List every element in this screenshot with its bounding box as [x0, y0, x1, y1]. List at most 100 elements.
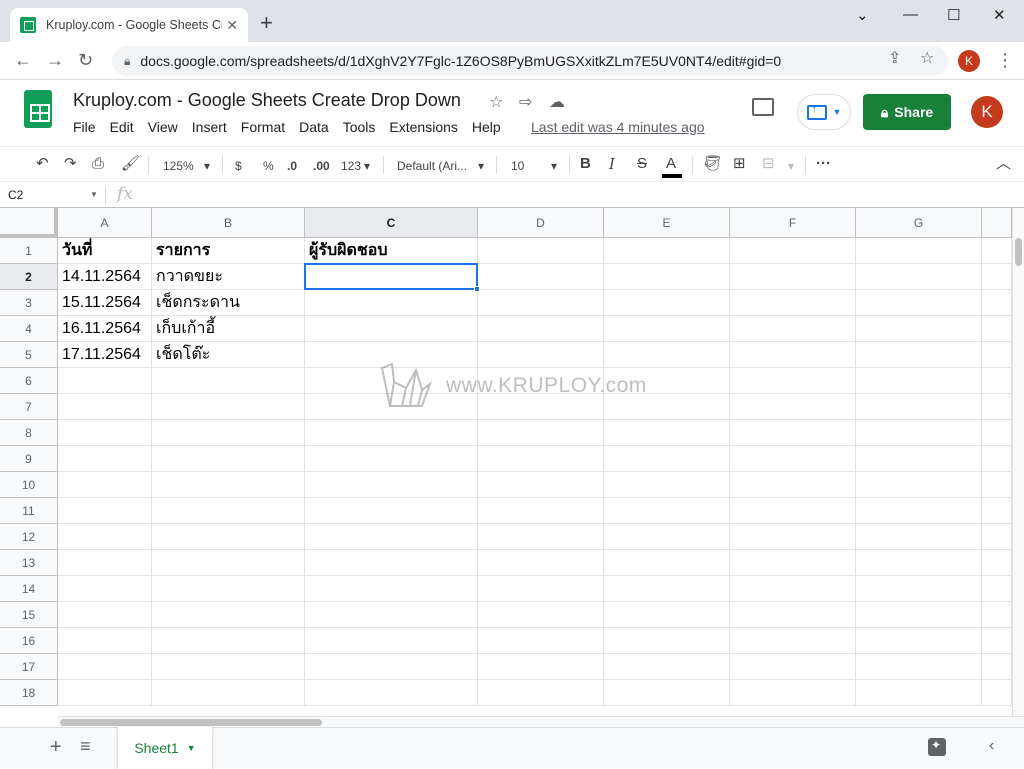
chevron-down-icon[interactable]: ▼ — [187, 743, 196, 753]
cell-d13[interactable] — [478, 550, 604, 576]
row-header-12[interactable]: 12 — [0, 524, 58, 550]
cell-b14[interactable] — [152, 576, 305, 602]
cell-h1[interactable] — [982, 238, 1012, 264]
move-folder-icon[interactable]: ⇨ — [519, 92, 532, 112]
cell-e16[interactable] — [604, 628, 730, 654]
cell-e17[interactable] — [604, 654, 730, 680]
explore-icon[interactable] — [928, 738, 946, 756]
menu-format[interactable]: Format — [241, 119, 285, 135]
row-header-5[interactable]: 5 — [0, 342, 58, 368]
chevron-down-icon[interactable]: ▾ — [788, 157, 794, 175]
horizontal-scrollbar[interactable] — [58, 716, 1024, 727]
share-button[interactable]: 🔒︎ Share — [863, 94, 951, 130]
cell-e14[interactable] — [604, 576, 730, 602]
cell-b12[interactable] — [152, 524, 305, 550]
cell-b8[interactable] — [152, 420, 305, 446]
cell-g9[interactable] — [856, 446, 982, 472]
row-header-4[interactable]: 4 — [0, 316, 58, 342]
sheets-logo-icon[interactable] — [24, 90, 52, 128]
cell-h15[interactable] — [982, 602, 1012, 628]
column-header-a[interactable]: A — [58, 208, 152, 238]
close-window-icon[interactable]: ✕ — [993, 6, 1006, 24]
cell-c18[interactable] — [305, 680, 478, 706]
cell-f3[interactable] — [730, 290, 856, 316]
cell-d3[interactable] — [478, 290, 604, 316]
cell-f9[interactable] — [730, 446, 856, 472]
cell-b3[interactable]: เช็ดกระดาน — [152, 290, 305, 316]
cell-f12[interactable] — [730, 524, 856, 550]
cell-b2[interactable]: กวาดขยะ — [152, 264, 305, 290]
cell-e3[interactable] — [604, 290, 730, 316]
column-header-f[interactable]: F — [730, 208, 856, 238]
redo-icon[interactable]: ↷ — [64, 155, 77, 173]
forward-icon[interactable]: → — [46, 50, 64, 70]
cell-a1[interactable]: วันที่ — [58, 238, 152, 264]
cell-g3[interactable] — [856, 290, 982, 316]
menu-help[interactable]: Help — [472, 119, 501, 135]
cell-a11[interactable] — [58, 498, 152, 524]
cell-g17[interactable] — [856, 654, 982, 680]
cell-a7[interactable] — [58, 394, 152, 420]
cell-h14[interactable] — [982, 576, 1012, 602]
cell-g18[interactable] — [856, 680, 982, 706]
cell-a3[interactable]: 15.11.2564 — [58, 290, 152, 316]
cell-e13[interactable] — [604, 550, 730, 576]
chevron-down-icon[interactable]: ▾ — [364, 157, 370, 175]
cell-a13[interactable] — [58, 550, 152, 576]
cell-g15[interactable] — [856, 602, 982, 628]
row-header-9[interactable]: 9 — [0, 446, 58, 472]
cell-f18[interactable] — [730, 680, 856, 706]
cell-a2[interactable]: 14.11.2564 — [58, 264, 152, 290]
percent-format-button[interactable]: % — [263, 157, 274, 175]
cell-f5[interactable] — [730, 342, 856, 368]
cell-b17[interactable] — [152, 654, 305, 680]
row-header-15[interactable]: 15 — [0, 602, 58, 628]
cell-e15[interactable] — [604, 602, 730, 628]
cell-f16[interactable] — [730, 628, 856, 654]
cell-d18[interactable] — [478, 680, 604, 706]
cell-b18[interactable] — [152, 680, 305, 706]
cell-g13[interactable] — [856, 550, 982, 576]
all-sheets-icon[interactable]: ≡ — [80, 736, 91, 757]
cell-c3[interactable] — [305, 290, 478, 316]
cell-a14[interactable] — [58, 576, 152, 602]
cell-h11[interactable] — [982, 498, 1012, 524]
cell-c11[interactable] — [305, 498, 478, 524]
zoom-select[interactable]: 125% — [163, 157, 194, 175]
cell-a4[interactable]: 16.11.2564 — [58, 316, 152, 342]
cell-h3[interactable] — [982, 290, 1012, 316]
currency-format-button[interactable]: $ — [235, 157, 242, 175]
number-format-select[interactable]: 123 — [341, 157, 361, 175]
cell-b6[interactable] — [152, 368, 305, 394]
account-avatar[interactable]: K — [971, 96, 1003, 128]
row-header-7[interactable]: 7 — [0, 394, 58, 420]
cell-e12[interactable] — [604, 524, 730, 550]
cell-b15[interactable] — [152, 602, 305, 628]
cell-d10[interactable] — [478, 472, 604, 498]
new-tab-button[interactable]: + — [260, 11, 273, 35]
cloud-status-icon[interactable]: ☁ — [549, 92, 565, 112]
menu-edit[interactable]: Edit — [110, 119, 134, 135]
cell-f17[interactable] — [730, 654, 856, 680]
menu-file[interactable]: File — [73, 119, 96, 135]
cell-f10[interactable] — [730, 472, 856, 498]
cell-d12[interactable] — [478, 524, 604, 550]
cell-g10[interactable] — [856, 472, 982, 498]
cell-d4[interactable] — [478, 316, 604, 342]
cell-g11[interactable] — [856, 498, 982, 524]
cell-a16[interactable] — [58, 628, 152, 654]
cell-h9[interactable] — [982, 446, 1012, 472]
selected-cell-c2[interactable] — [304, 263, 480, 292]
cell-f13[interactable] — [730, 550, 856, 576]
row-header-1[interactable]: 1 — [0, 238, 58, 264]
menu-data[interactable]: Data — [299, 119, 329, 135]
undo-icon[interactable]: ↶ — [36, 155, 49, 173]
cell-c13[interactable] — [305, 550, 478, 576]
cell-b10[interactable] — [152, 472, 305, 498]
row-header-6[interactable]: 6 — [0, 368, 58, 394]
cell-e2[interactable] — [604, 264, 730, 290]
cell-g2[interactable] — [856, 264, 982, 290]
reload-icon[interactable]: ↻ — [78, 50, 93, 70]
more-options-button[interactable]: ··· — [816, 155, 831, 173]
font-size-select[interactable]: 10 — [511, 157, 524, 175]
